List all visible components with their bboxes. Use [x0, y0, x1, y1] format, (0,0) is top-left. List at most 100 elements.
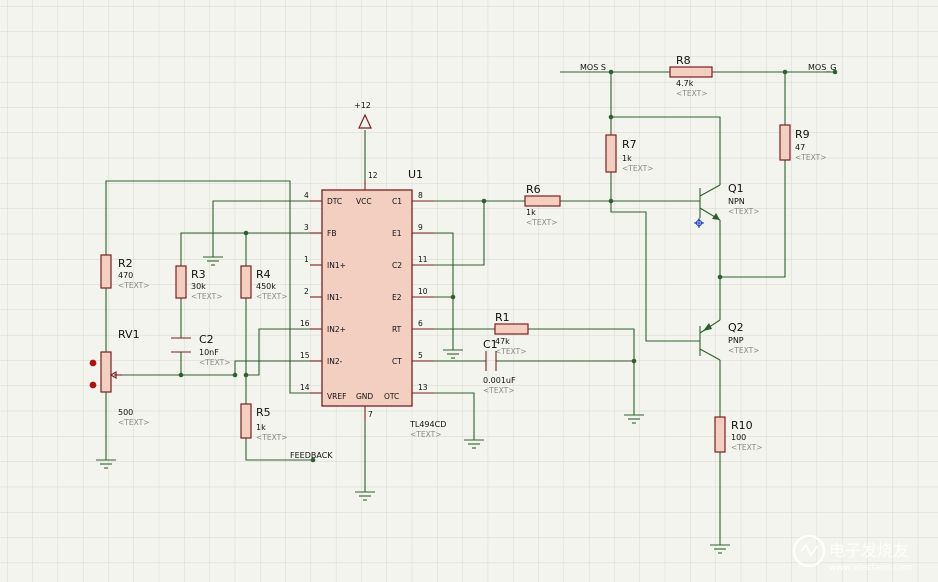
- component-text: <TEXT>: [191, 292, 222, 301]
- component-ref: R7: [622, 138, 637, 151]
- adjust-up-icon[interactable]: [89, 359, 97, 367]
- pin-name: RT: [392, 325, 402, 334]
- resistor-body: [524, 195, 561, 207]
- component-value: 450k: [256, 282, 276, 291]
- component-ref: R8: [676, 54, 691, 67]
- pin-number: 9: [418, 223, 423, 232]
- resistor-body: [779, 124, 791, 161]
- resistor-body: [605, 134, 617, 173]
- pin-number: 16: [300, 319, 310, 328]
- adjust-down-icon[interactable]: [89, 381, 97, 389]
- pin-name: E1: [392, 229, 402, 238]
- pin-number: 12: [368, 171, 378, 180]
- pin-name: VCC: [356, 197, 372, 206]
- pin-name: C1: [392, 197, 402, 206]
- component-ref: R9: [795, 128, 810, 141]
- watermark-url: www.elecfans.com: [829, 563, 913, 573]
- pin-number: 2: [304, 287, 309, 296]
- component-value: PNP: [728, 336, 744, 345]
- watermark-text: 电子发烧友: [829, 541, 909, 560]
- ic-text: <TEXT>: [410, 430, 441, 439]
- component-text: <TEXT>: [483, 386, 514, 395]
- resistor-body: [714, 416, 726, 453]
- net-label-mos-g[interactable]: MOS_G: [808, 63, 836, 72]
- component-text: <TEXT>: [622, 164, 653, 173]
- component-value: 30k: [191, 282, 206, 291]
- component-ref: C1: [483, 338, 498, 351]
- resistor-body: [175, 265, 187, 299]
- component-value: 47: [795, 143, 805, 152]
- pin-number: 6: [418, 319, 423, 328]
- component-text: <TEXT>: [199, 358, 230, 367]
- component-value: 1k: [256, 423, 266, 432]
- component-ref: R10: [731, 419, 753, 432]
- potentiometer-body: [100, 351, 112, 393]
- component-text: <TEXT>: [676, 89, 707, 98]
- net-label-feedback[interactable]: FEEDBACK: [290, 451, 333, 460]
- component-text: <TEXT>: [495, 347, 526, 356]
- pin-number: 8: [418, 191, 423, 200]
- component-ref: R6: [526, 183, 541, 196]
- component-text: <TEXT>: [526, 218, 557, 227]
- grid-background: [0, 0, 938, 582]
- pin-number: 11: [418, 255, 428, 264]
- pin-name: GND: [356, 392, 373, 401]
- component-value: 100: [731, 433, 746, 442]
- pin-name: IN2-: [327, 357, 343, 366]
- net-label-mos-s[interactable]: MOS S: [580, 63, 606, 72]
- pin-number: 5: [418, 351, 423, 360]
- pin-number: 1: [304, 255, 309, 264]
- pin-name: IN1+: [327, 261, 346, 270]
- pin-name: CT: [392, 357, 402, 366]
- component-text: <TEXT>: [256, 433, 287, 442]
- component-value: 1k: [622, 154, 632, 163]
- pin-number: 3: [304, 223, 309, 232]
- component-ref: R2: [118, 257, 133, 270]
- component-ref: R5: [256, 406, 271, 419]
- component-value: 1k: [526, 208, 536, 217]
- pin-name: FB: [327, 229, 336, 238]
- resistor-body: [100, 254, 112, 289]
- component-text: <TEXT>: [256, 292, 287, 301]
- component-value: 10nF: [199, 348, 219, 357]
- pin-name: OTC: [384, 392, 399, 401]
- pin-number: 14: [300, 383, 310, 392]
- component-ref: Q2: [728, 321, 744, 334]
- ic-value: TL494CD: [409, 420, 446, 429]
- pin-number: 4: [304, 191, 309, 200]
- pin-name: DTC: [327, 197, 342, 206]
- component-value: NPN: [728, 197, 745, 206]
- component-text: <TEXT>: [118, 281, 149, 290]
- component-ref: C2: [199, 333, 214, 346]
- resistor-body: [240, 403, 252, 439]
- component-value: 0.001uF: [483, 376, 516, 385]
- component-value: 470: [118, 271, 133, 280]
- pin-number: 13: [418, 383, 428, 392]
- component-value: 4.7k: [676, 79, 694, 88]
- component-text: <TEXT>: [728, 207, 759, 216]
- component-text: <TEXT>: [728, 346, 759, 355]
- pin-number: 10: [418, 287, 428, 296]
- component-value: 500: [118, 408, 133, 417]
- pin-name: VREF: [327, 392, 346, 401]
- component-text: <TEXT>: [118, 418, 149, 427]
- pin-name: IN2+: [327, 325, 346, 334]
- component-ref: R4: [256, 268, 271, 281]
- component-ref: R3: [191, 268, 206, 281]
- ic-ref: U1: [408, 168, 423, 181]
- resistor-body: [669, 66, 713, 78]
- component-ref: RV1: [118, 328, 140, 341]
- schematic-canvas[interactable]: +12 U1 TL494CD <TEXT> 4 DTC 3 FB 1 IN1+ 2 IN…: [0, 0, 938, 582]
- component-text: <TEXT>: [731, 443, 762, 452]
- power-label: +12: [354, 101, 371, 110]
- pin-number: 7: [368, 410, 373, 419]
- pin-name: E2: [392, 293, 402, 302]
- pin-name: IN1-: [327, 293, 343, 302]
- component-ref: Q1: [728, 182, 744, 195]
- component-text: <TEXT>: [795, 153, 826, 162]
- resistor-body: [494, 323, 529, 335]
- resistor-body: [240, 265, 252, 299]
- pin-name: C2: [392, 261, 402, 270]
- pin-number: 15: [300, 351, 310, 360]
- component-ref: R1: [495, 311, 510, 324]
